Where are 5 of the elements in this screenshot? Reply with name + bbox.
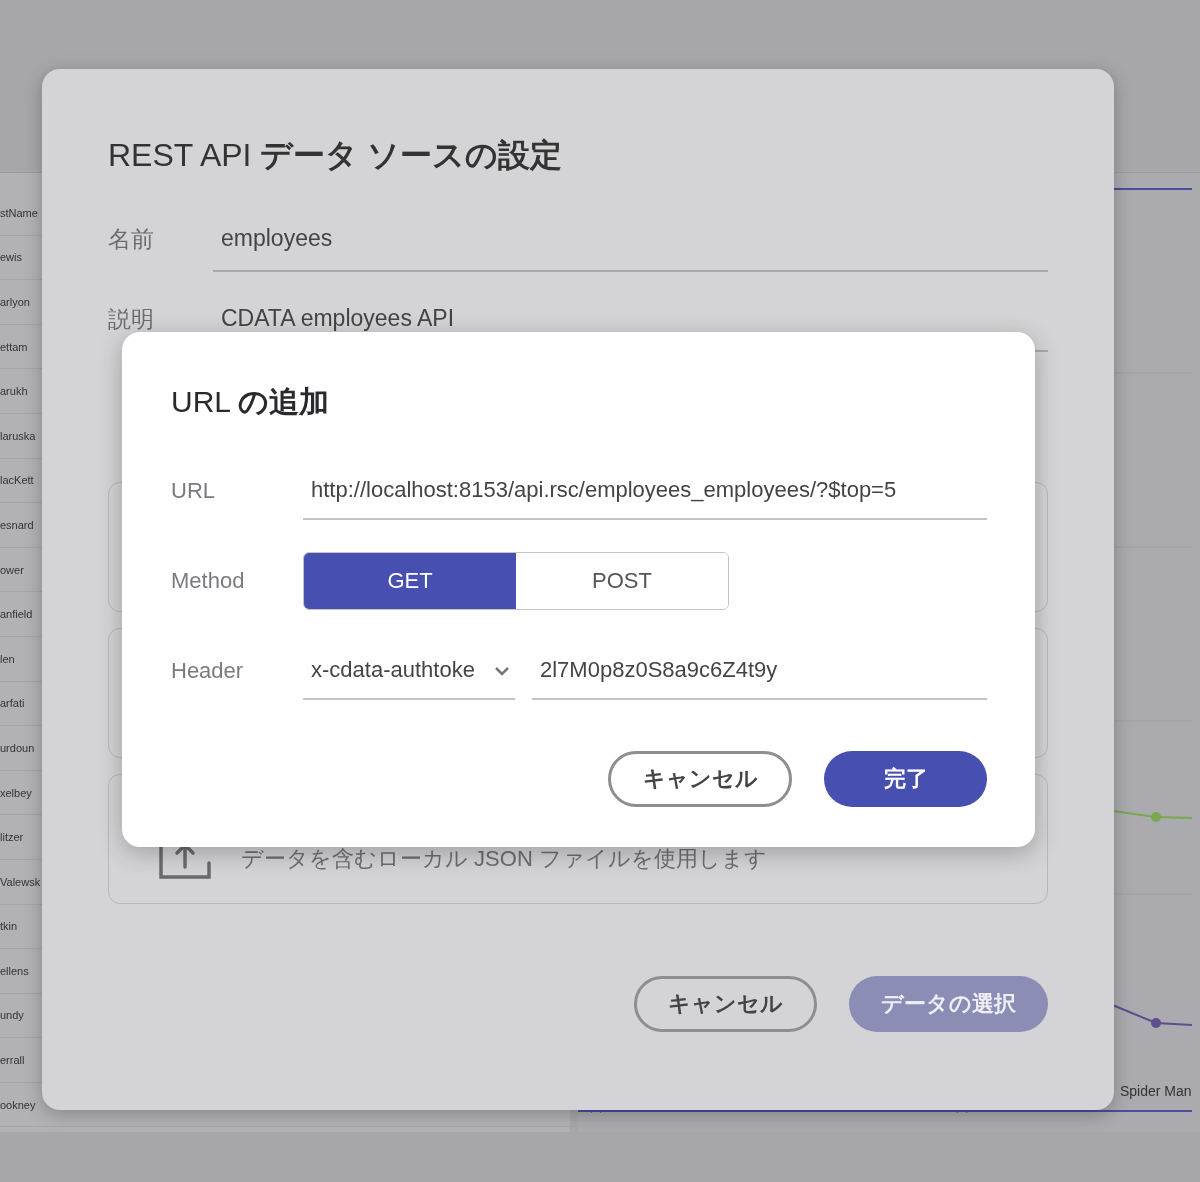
field-label: Header (171, 658, 245, 684)
field-label: Method (171, 568, 246, 594)
field-label: URL (171, 478, 216, 504)
dialog-title: REST API データ ソースの設定 (108, 136, 564, 175)
axis-label: Spider Man (1120, 1083, 1192, 1099)
